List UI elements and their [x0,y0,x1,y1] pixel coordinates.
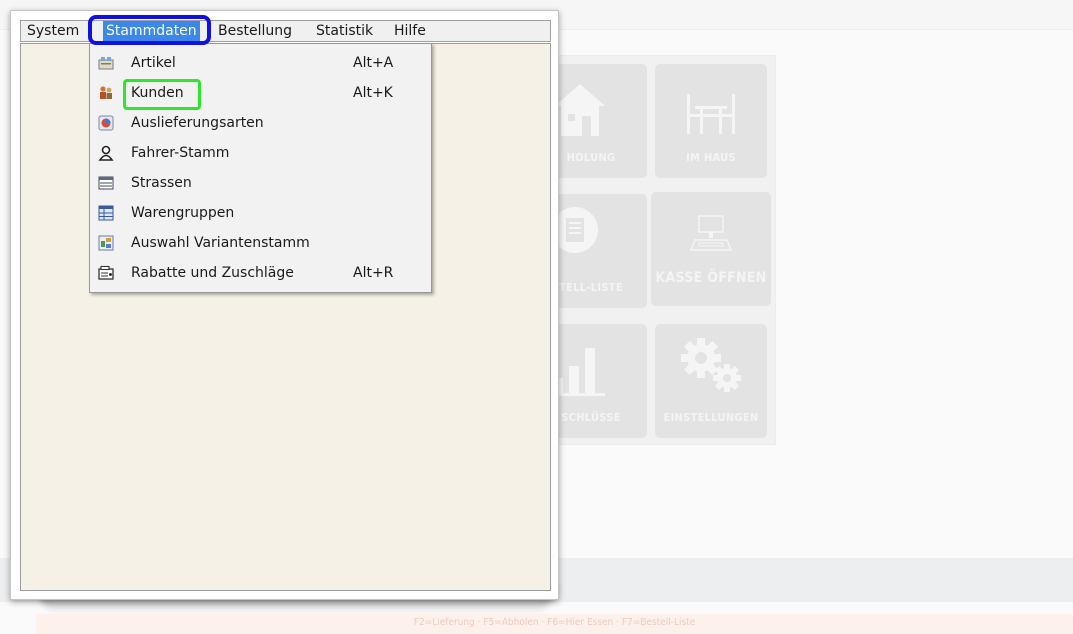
menu-item-label: Artikel [131,55,176,71]
menu-item-rabatte-und-zuschlaege[interactable]: Rabatte und Zuschläge Alt+R [90,261,431,287]
background-tile-panel: HOLUNG IM HAUS TELL-LISTE KASSE ÖFFNEN S… [535,55,776,445]
variants-icon [98,235,114,251]
driver-icon [98,145,114,161]
menu-item-label: Rabatte und Zuschläge [131,265,294,281]
menu-item-artikel[interactable]: Artikel Alt+A [90,51,431,77]
table-icon [687,94,735,134]
menu-item-shortcut: Alt+R [353,265,394,281]
menu-item-label: Warengruppen [131,205,235,221]
menu-hilfe[interactable]: Hilfe [394,21,426,41]
tile-einstellungen[interactable]: EINSTELLUNGEN [655,324,767,438]
tile-label: KASSE ÖFFNEN [655,270,767,286]
tile-kasse-oeffnen[interactable]: KASSE ÖFFNEN [651,192,771,306]
menu-item-warengruppen[interactable]: Warengruppen [90,201,431,227]
menu-system[interactable]: System [27,21,79,41]
articles-icon [98,57,114,70]
tile-label: IM HAUS [686,151,736,164]
tile-label: EINSTELLUNGEN [663,411,759,424]
menu-item-label: Auslieferungsarten [131,115,264,131]
tile-im-haus[interactable]: IM HAUS [655,64,767,178]
register-icon [689,215,733,251]
menu-item-label: Strassen [131,175,192,191]
product-groups-icon [98,205,114,221]
delivery-types-icon [98,115,114,131]
customers-icon [100,86,112,99]
menu-item-strassen[interactable]: Strassen [90,171,431,197]
house-icon [555,84,605,136]
menu-item-label: Fahrer-Stamm [131,145,230,161]
menu-item-shortcut: Alt+A [353,55,394,71]
menu-item-label: Auswahl Variantenstamm [131,235,310,251]
menu-item-auswahl-variantenstamm[interactable]: Auswahl Variantenstamm [90,231,431,257]
menu-item-fahrer-stamm[interactable]: Fahrer-Stamm [90,141,431,167]
highlight-kunden [123,79,201,110]
streets-icon [98,176,114,190]
highlight-stammdaten [88,15,211,45]
menu-item-shortcut: Alt+K [353,85,393,101]
background-hint-text: F2=Lieferung · F5=Abholen · F6=Hier Esse… [413,617,696,628]
menu-statistik[interactable]: Statistik [316,21,373,41]
menu-item-auslieferungsarten[interactable]: Auslieferungsarten [90,111,431,137]
discounts-icon [98,265,114,280]
menu-bestellung[interactable]: Bestellung [218,21,292,41]
gears-icon [681,338,741,392]
